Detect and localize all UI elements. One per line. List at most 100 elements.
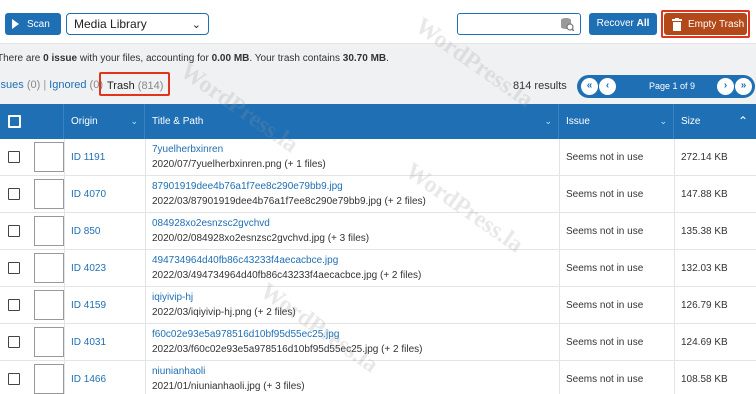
thumbnail [34,142,64,172]
filter-tabs: Issues (0) | Ignored (0) [0,79,103,91]
issue-text: Seems not in use [566,152,644,163]
file-size: 132.03 KB [681,263,728,274]
row-checkbox[interactable] [8,262,20,274]
file-size: 135.38 KB [681,226,728,237]
tab-separator: | [43,79,47,91]
empty-trash-button[interactable]: Empty Trash [664,13,747,35]
column-divider [145,139,146,394]
table-row[interactable]: ID 4023 494734964d40fb86c43233f4aecacbce.… [0,250,756,287]
origin-link[interactable]: ID 1466 [71,374,106,385]
table-row[interactable]: ID 4159 iqiyivip-hj 2022/03/iqiyivip-hj.pn… [0,287,756,324]
table-row[interactable]: ID 850 084928xo2esnzsc2gvchvd 2020/02/0849… [0,213,756,250]
summary-prefix: There are [0,53,44,64]
title-link[interactable]: f60c02e93e5a978516d10bf95d55ec25.jpg [152,329,339,340]
scan-button-label: Scan [27,18,50,30]
summary-size: 0.00 MB [211,53,250,64]
origin-link[interactable]: ID 4023 [71,263,106,274]
header-issue[interactable]: Issue ⌄ [559,104,674,139]
origin-link[interactable]: ID 4070 [71,189,106,200]
trash-summary: There are 0 issue with your files, accou… [0,53,389,64]
tab-issues[interactable]: Issues [0,79,24,91]
sort-up-icon: ⌃ [737,114,748,128]
scan-button[interactable]: Scan [5,13,61,35]
header-issue-label: Issue [566,116,590,127]
header-origin-label: Origin [71,116,98,127]
thumbnail [34,216,64,246]
issue-text: Seems not in use [566,300,644,311]
thumbnail [34,290,64,320]
origin-link[interactable]: ID 850 [71,226,100,237]
issue-text: Seems not in use [566,337,644,348]
issue-text: Seems not in use [566,189,644,200]
row-checkbox[interactable] [8,373,20,385]
file-path: 2020/02/084928xo2esnzsc2gvchvd.jpg (+ 3 … [152,233,370,244]
table-row[interactable]: ID 1466 niunianhaoli 2021/01/niunianhaoli.… [0,361,756,394]
summary-suffix: . [386,53,389,64]
table-row[interactable]: ID 4031 f60c02e93e5a978516d10bf95d55ec25.… [0,324,756,361]
title-link[interactable]: 494734964d40fb86c43233f4aecacbce.jpg [152,255,338,266]
table-row[interactable]: ID 1191 7yuelherbxinren 2020/07/7yuelherbx… [0,139,756,176]
first-page-icon[interactable]: « [581,78,598,95]
table-row[interactable]: ID 4070 87901919dee4b76a1f7ee8c290e79bb9.… [0,176,756,213]
play-icon [12,19,19,29]
file-size: 126.79 KB [681,300,728,311]
file-size: 272.14 KB [681,152,728,163]
title-link[interactable]: 7yuelherbxinren [152,144,223,155]
chevron-down-icon: ⌄ [191,19,201,31]
summary-issue-count: 0 issue [43,53,78,64]
column-divider [64,139,65,394]
tab-ignored[interactable]: Ignored [49,79,86,91]
results-count: 814 results [513,80,567,92]
row-checkbox[interactable] [8,151,20,163]
header-title-label: Title & Path [152,116,204,127]
last-page-icon[interactable]: » [735,78,752,95]
header-checkbox-cell [0,104,64,139]
column-divider [559,139,560,394]
column-divider [674,139,675,394]
title-link[interactable]: niunianhaoli [152,366,205,377]
tab-trash[interactable]: Trash (814) [107,80,163,92]
table-header: Origin ⌄ Title & Path ⌄ Issue ⌄ Size ⌃ [0,104,756,139]
next-page-icon[interactable]: › [717,78,734,95]
file-path: 2022/03/494734964d40fb86c43233f4aecacbce… [152,270,422,281]
row-checkbox[interactable] [8,336,20,348]
header-size[interactable]: Size ⌃ [674,104,756,139]
file-size: 108.58 KB [681,374,728,385]
issue-text: Seems not in use [566,226,644,237]
filter-select[interactable]: Media Library ⌄ [66,13,209,35]
sort-chevron-icon: ⌄ [659,116,667,126]
title-link[interactable]: 084928xo2esnzsc2gvchvd [152,218,270,229]
origin-link[interactable]: ID 4159 [71,300,106,311]
page-label: Page 1 of 9 [648,81,696,91]
thumbnail [34,327,64,357]
tab-trash-count: (814) [137,80,164,92]
origin-link[interactable]: ID 4031 [71,337,106,348]
row-checkbox[interactable] [8,299,20,311]
file-path: 2020/07/7yuelherbxinren.png (+ 1 files) [152,159,326,170]
title-link[interactable]: 87901919dee4b76a1f7ee8c290e79bb9.jpg [152,181,343,192]
header-size-label: Size [681,116,701,127]
header-title-path[interactable]: Title & Path ⌄ [145,104,559,139]
recover-all-button[interactable]: Recover All [589,13,657,35]
pagination: « ‹ Page 1 of 9 › » [577,75,755,98]
title-link[interactable]: iqiyivip-hj [152,292,193,303]
recover-label-prefix: Recover [596,18,637,29]
row-checkbox[interactable] [8,225,20,237]
prev-page-icon[interactable]: ‹ [599,78,616,95]
file-path: 2022/03/f60c02e93e5a978516d10bf95d55ec25… [152,344,423,355]
issue-text: Seems not in use [566,374,644,385]
toolbar: Scan Media Library ⌄ Recover All Empty T… [0,0,756,44]
thumbnail [34,179,64,209]
origin-link[interactable]: ID 1191 [71,152,105,163]
database-search-icon [561,18,574,31]
search-input[interactable] [457,13,581,35]
row-checkbox[interactable] [8,188,20,200]
file-path: 2022/03/iqiyivip-hj.png (+ 2 files) [152,307,296,318]
tab-issues-count: (0) [26,79,41,91]
tab-trash-label: Trash [107,80,135,92]
recover-label-bold: All [636,18,650,29]
header-origin[interactable]: Origin ⌄ [64,104,145,139]
trash-icon [672,17,682,31]
file-size: 124.69 KB [681,337,728,348]
file-size: 147.88 KB [681,189,728,200]
